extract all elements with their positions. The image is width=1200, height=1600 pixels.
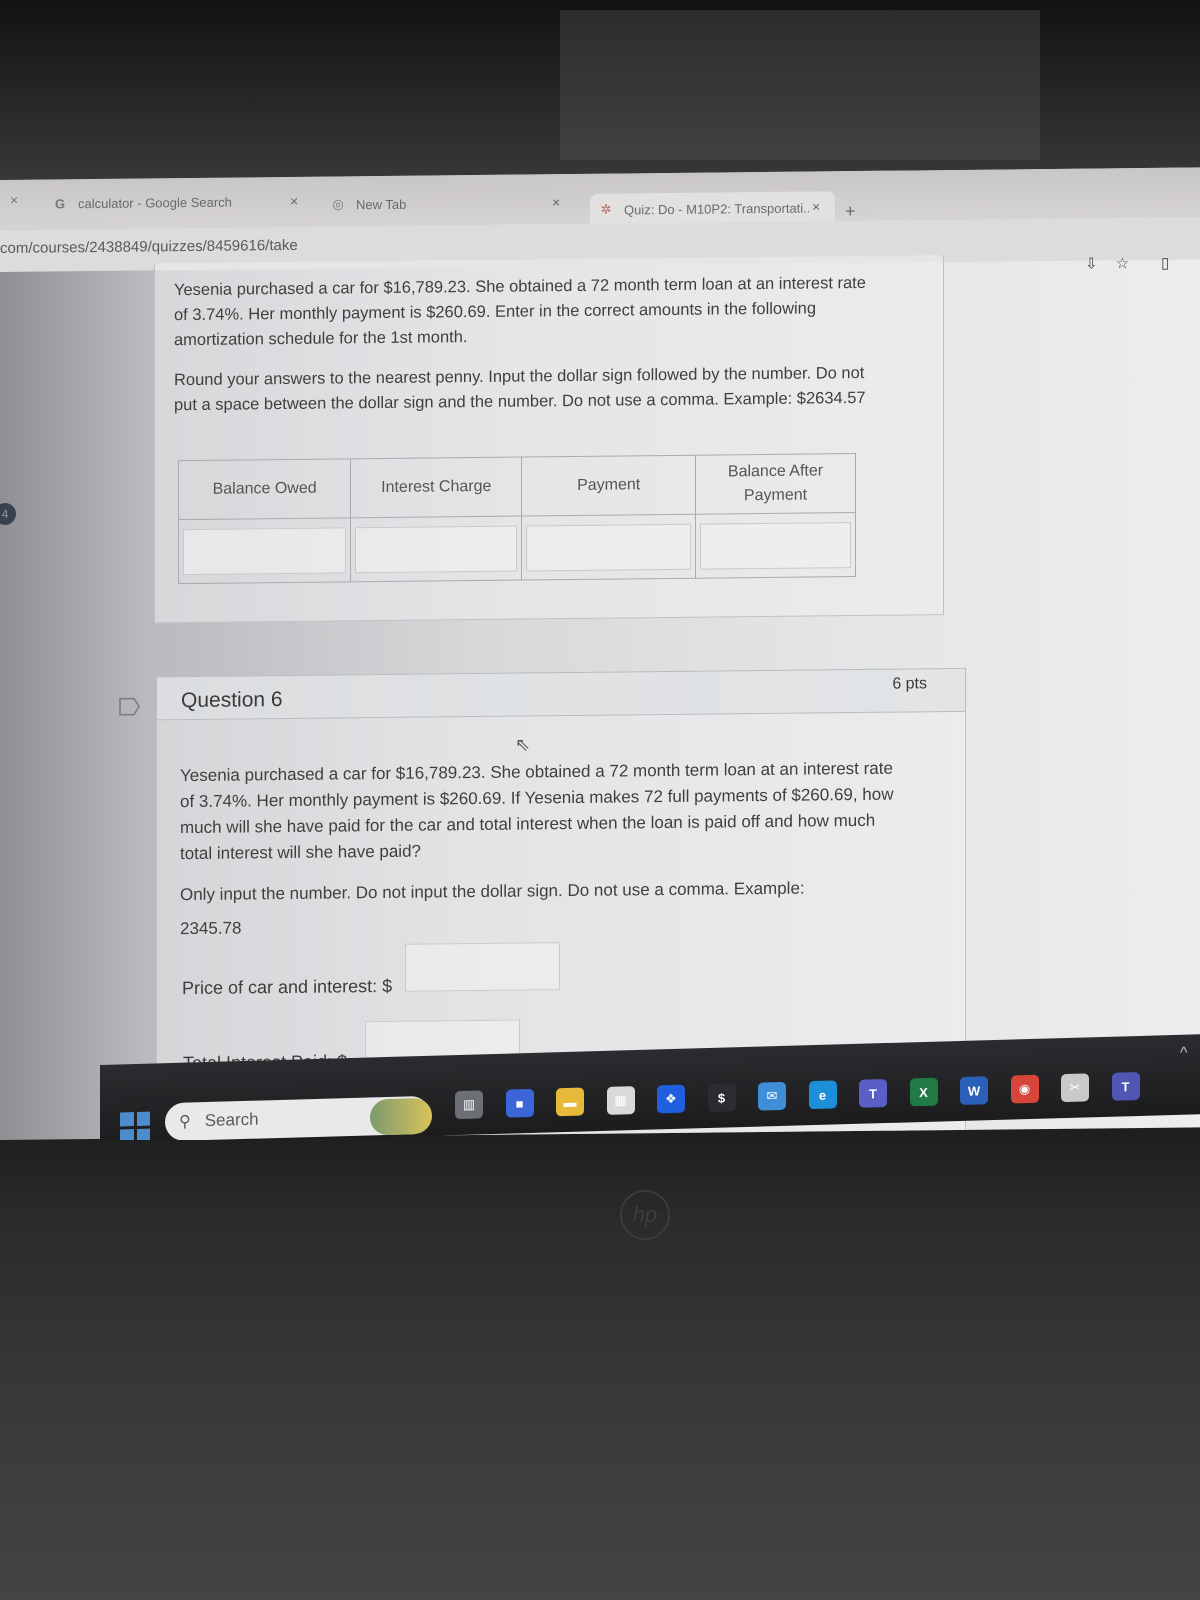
cell-balance-owed [178, 518, 351, 584]
question-6-instructions: Only input the number. Do not input the … [180, 878, 805, 939]
mouse-cursor-icon: ⇖ [515, 734, 531, 755]
laptop-bezel-top [0, 0, 1200, 190]
cell-balance-after [695, 512, 856, 579]
tab-quiz[interactable]: ✲ Quiz: Do - M10P2: Transportati... × [590, 191, 835, 226]
balance-owed-input[interactable] [183, 527, 347, 575]
laptop-bezel-bottom [0, 1140, 1200, 1600]
edge-icon[interactable]: e [808, 1080, 837, 1110]
cell-interest-charge [350, 516, 522, 582]
snipping-tool-icon[interactable]: ✂ [1061, 1073, 1089, 1103]
microsoft-store-icon[interactable]: ▦ [606, 1086, 635, 1115]
tab-label: calculator - Google Search [78, 194, 232, 211]
question-5-prompt: Yesenia purchased a car for $16,789.23. … [174, 273, 866, 350]
system-tray-overflow-icon[interactable]: ^ [1180, 1045, 1188, 1063]
amortization-table: Balance Owed Interest Charge Payment Bal… [178, 453, 856, 584]
cash-app-icon[interactable]: $ [707, 1083, 736, 1113]
windows-start-icon[interactable] [120, 1111, 150, 1143]
file-explorer-icon[interactable]: ▬ [556, 1087, 584, 1117]
google-g-icon: G [54, 195, 66, 211]
teams-new-icon[interactable]: T [859, 1079, 887, 1108]
canvas-icon: ✲ [600, 201, 612, 217]
search-icon: ⚲ [179, 1113, 191, 1131]
question-points: 6 pts [892, 675, 927, 693]
price-label: Price of car and interest: $ [182, 975, 393, 999]
task-view-icon[interactable]: ▥ [455, 1090, 483, 1120]
question-nav-badge[interactable]: 4 [0, 502, 16, 526]
side-panel-icon[interactable]: ▯ [1161, 254, 1169, 272]
close-tab-icon[interactable]: × [552, 194, 560, 210]
mail-icon[interactable]: ✉ [758, 1081, 786, 1111]
balance-after-payment-input[interactable] [700, 521, 851, 570]
browser-window: × G calculator - Google Search × ◎ New T… [0, 167, 1200, 1140]
chrome-icon: ◎ [332, 196, 344, 212]
cell-payment [521, 514, 696, 581]
dropbox-icon[interactable]: ❖ [657, 1084, 685, 1114]
header-balance-after-payment: Balance After Payment [695, 453, 856, 515]
tab-google-search[interactable]: G calculator - Google Search × [52, 185, 302, 220]
close-tab-icon[interactable]: × [10, 192, 18, 208]
question-6-prompt: Yesenia purchased a car for $16,789.23. … [180, 758, 894, 864]
price-of-car-and-interest-input[interactable] [405, 942, 560, 992]
flag-question-icon[interactable] [118, 697, 142, 717]
close-tab-icon[interactable]: × [290, 193, 298, 209]
header-interest-charge: Interest Charge [350, 457, 522, 519]
question-5-instructions: Round your answers to the nearest penny.… [174, 363, 866, 415]
search-placeholder: Search [204, 1109, 259, 1131]
browser-toolbar: ⇩ ☆ ▯ [1085, 254, 1169, 273]
chrome-icon[interactable]: ◉ [1010, 1074, 1039, 1104]
tab-label: New Tab [356, 196, 407, 212]
bookmark-star-icon[interactable]: ☆ [1116, 254, 1129, 272]
table-row [178, 512, 856, 584]
weather-widget-icon[interactable] [370, 1097, 432, 1136]
question-title: Question 6 [181, 688, 283, 713]
payment-input[interactable] [526, 523, 691, 572]
word-icon[interactable]: W [960, 1076, 988, 1105]
screen-glare [560, 10, 1040, 160]
install-app-icon[interactable]: ⇩ [1085, 255, 1098, 273]
url-text[interactable]: com/courses/2438849/quizzes/8459616/take [0, 237, 298, 257]
hp-logo: hp [620, 1190, 670, 1240]
teams-icon[interactable]: T [1111, 1071, 1140, 1101]
header-payment: Payment [521, 455, 696, 517]
table-header-row: Balance Owed Interest Charge Payment Bal… [178, 453, 856, 521]
tab-new-tab[interactable]: ◎ New Tab × [330, 186, 565, 220]
excel-icon[interactable]: X [909, 1077, 938, 1107]
tab-label: Quiz: Do - M10P2: Transportati... [624, 200, 809, 217]
zoom-meet-icon[interactable]: ■ [505, 1088, 534, 1118]
header-balance-owed: Balance Owed [178, 458, 351, 521]
new-tab-button[interactable]: + [845, 201, 856, 222]
interest-charge-input[interactable] [355, 525, 518, 573]
close-tab-icon[interactable]: × [812, 198, 820, 214]
